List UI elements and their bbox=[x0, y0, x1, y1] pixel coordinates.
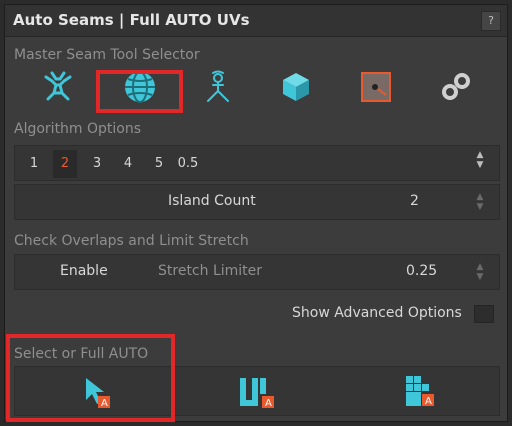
enable-toggle[interactable]: Enable bbox=[60, 263, 108, 279]
island-count-label: Island Count bbox=[168, 193, 256, 209]
master-seam-label: Master Seam Tool Selector bbox=[14, 47, 200, 63]
cube-icon bbox=[283, 73, 309, 101]
grid-blocks-auto-icon: A bbox=[406, 376, 434, 407]
svg-text:A: A bbox=[265, 398, 272, 409]
panel-title: Auto Seams | Full AUTO UVs bbox=[13, 11, 250, 29]
tool-body-figure-button[interactable] bbox=[20, 64, 96, 110]
check-overlaps-label: Check Overlaps and Limit Stretch bbox=[14, 233, 249, 249]
island-count-field bbox=[14, 184, 500, 220]
stretch-spinner[interactable]: ▲ ▼ bbox=[474, 262, 486, 282]
body-figure-icon bbox=[44, 71, 72, 101]
link-chain-icon bbox=[442, 73, 470, 100]
algorithm-options-label: Algorithm Options bbox=[14, 121, 142, 137]
svg-text:A: A bbox=[425, 396, 432, 407]
character-seam-icon bbox=[207, 70, 229, 102]
tool-texture-square-button[interactable] bbox=[338, 64, 414, 110]
algorithm-tab-4[interactable]: 4 bbox=[116, 150, 140, 178]
algorithm-tab-3[interactable]: 3 bbox=[85, 150, 109, 178]
algorithm-spinner[interactable]: ▲ ▼ bbox=[474, 150, 486, 170]
algorithm-tab-2[interactable]: 2 bbox=[53, 150, 77, 178]
help-button[interactable]: ? bbox=[481, 11, 501, 31]
show-advanced-label: Show Advanced Options bbox=[292, 305, 462, 321]
uv-auto-button[interactable]: A bbox=[216, 370, 296, 414]
stretch-limiter-value[interactable]: 0.25 bbox=[406, 263, 437, 279]
grid-blocks-auto-button[interactable]: A bbox=[380, 370, 460, 414]
island-count-spinner[interactable]: ▲ ▼ bbox=[474, 192, 486, 212]
texture-square-icon bbox=[361, 72, 391, 102]
algorithm-tab-5[interactable]: 5 bbox=[147, 150, 171, 178]
selected-tool-highlight bbox=[96, 70, 183, 113]
show-advanced-checkbox[interactable] bbox=[474, 305, 494, 323]
algorithm-tab-0-5[interactable]: 0.5 bbox=[175, 150, 201, 178]
panel-titlebar: Auto Seams | Full AUTO UVs ? bbox=[5, 5, 507, 37]
stretch-limiter-label: Stretch Limiter bbox=[158, 263, 263, 279]
island-count-value[interactable]: 2 bbox=[410, 193, 419, 209]
tool-link-chain-button[interactable] bbox=[418, 64, 494, 110]
tool-character-seam-button[interactable] bbox=[180, 64, 256, 110]
tool-cube-button[interactable] bbox=[258, 64, 334, 110]
uv-auto-icon: A bbox=[240, 378, 274, 409]
auto-section-highlight bbox=[6, 334, 175, 422]
algorithm-tab-1[interactable]: 1 bbox=[22, 150, 46, 178]
